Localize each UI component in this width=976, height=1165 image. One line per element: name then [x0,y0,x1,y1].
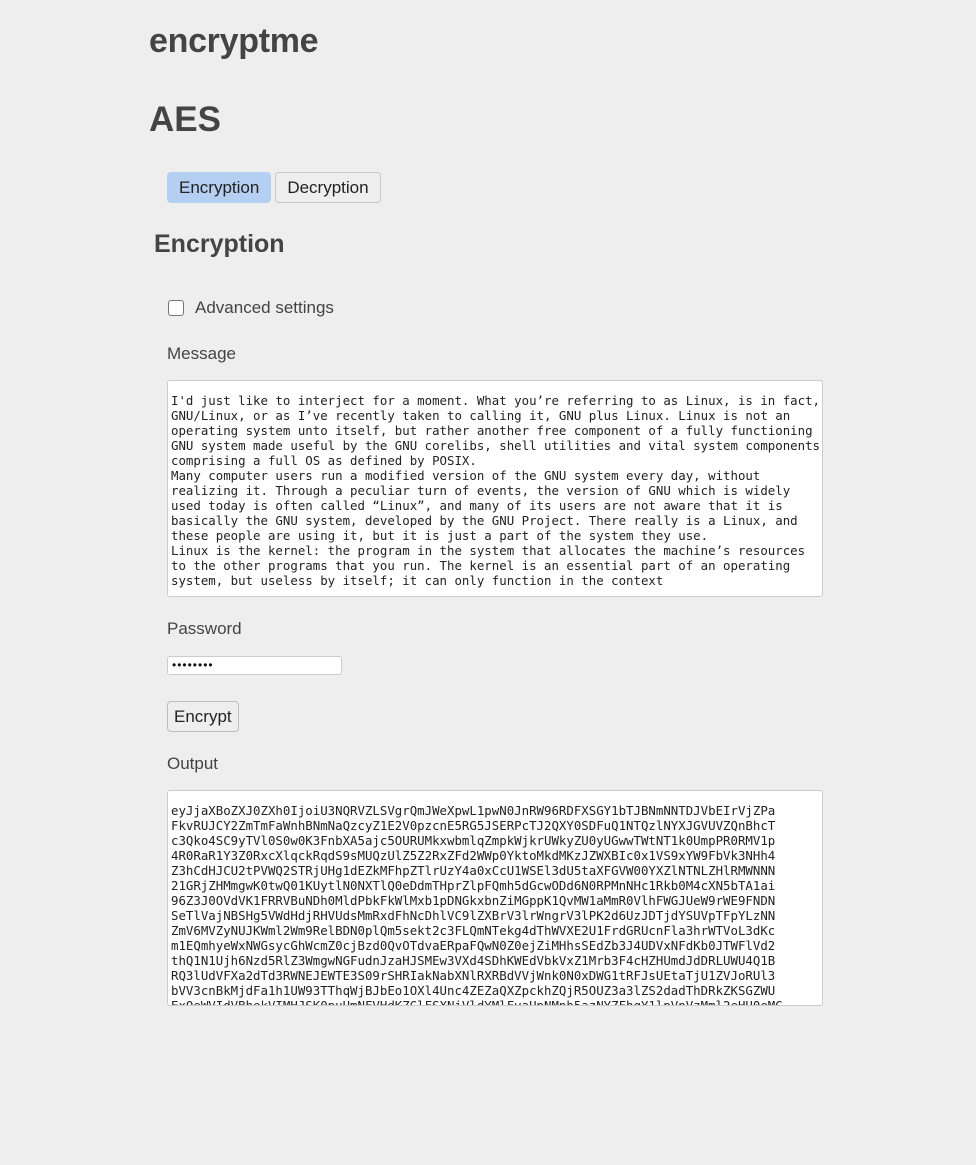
advanced-settings-label[interactable]: Advanced settings [195,298,334,318]
password-label: Password [167,619,242,638]
site-title: encryptme [149,22,319,60]
password-input[interactable]: •••••••• [167,656,342,675]
encrypt-button[interactable]: Encrypt [167,701,239,732]
mode-tabs: Encryption Decryption [167,172,381,203]
message-textarea[interactable]: I'd just like to interject for a moment.… [167,380,823,597]
advanced-settings-row[interactable]: Advanced settings [168,298,334,318]
tab-decryption[interactable]: Decryption [275,172,381,203]
section-title: Encryption [154,230,285,258]
output-textarea[interactable]: eyJjaXBoZXJ0ZXh0IjoiU3NQRVZLSVgrQmJWeXpw… [167,790,823,1006]
output-label: Output [167,754,219,773]
tab-encryption[interactable]: Encryption [167,172,272,203]
advanced-settings-checkbox[interactable] [168,300,184,316]
message-label: Message [167,344,236,363]
algorithm-title: AES [149,100,221,139]
